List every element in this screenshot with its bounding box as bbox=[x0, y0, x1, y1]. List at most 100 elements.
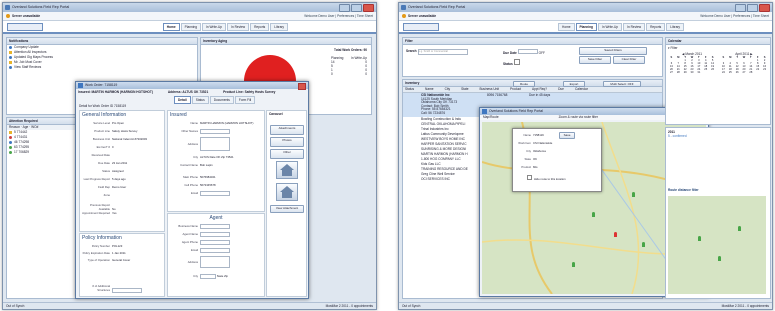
tab-in-review[interactable]: In Review bbox=[623, 23, 646, 31]
carousel-panel: Carousel Attachments Photos Other View A… bbox=[266, 110, 307, 297]
calendar-month: ◀ March 2011 S M T W T F S 1 2 3 4 5 6 7 8 9 10 11 12 13 14 1… bbox=[668, 52, 716, 74]
calendar-day[interactable]: 22 bbox=[754, 68, 761, 71]
tab-documents[interactable]: Documents bbox=[209, 96, 234, 104]
tab-in-write-up[interactable]: In Write-Up bbox=[598, 23, 623, 31]
welcome-links[interactable]: Welcome Demo User | Preferences | Time S… bbox=[700, 14, 769, 18]
calendar-day[interactable]: 25 bbox=[702, 68, 709, 71]
map-pin-icon[interactable] bbox=[642, 242, 645, 247]
total-work-orders: Total Work Orders: 90 bbox=[333, 48, 367, 52]
agent-field[interactable]: Agent Name bbox=[168, 232, 230, 237]
tab-home[interactable]: Home bbox=[558, 23, 575, 31]
agent-field[interactable]: Business Name bbox=[168, 224, 230, 229]
calendar-filter[interactable]: ▾ Filter bbox=[666, 45, 770, 51]
other-names-field[interactable]: Other Names bbox=[168, 129, 230, 134]
refresh-icon bbox=[9, 145, 12, 149]
tab-home[interactable]: Home bbox=[162, 23, 180, 31]
tab-in-write-up[interactable]: In Write-Up bbox=[202, 23, 227, 31]
general-field: Field Rep Demo User bbox=[98, 185, 127, 189]
map-pin-icon[interactable] bbox=[718, 256, 721, 261]
clear-filter-button[interactable]: Clear Filter bbox=[613, 56, 645, 64]
agent-field[interactable]: City State Zip bbox=[168, 274, 228, 279]
route-distance-label: Route distance filter bbox=[668, 188, 699, 192]
popup-save-button[interactable]: Save bbox=[559, 132, 575, 139]
close-button[interactable] bbox=[759, 4, 770, 12]
main-phone-field[interactable]: Main Phone 5076984321 bbox=[168, 175, 216, 179]
dialog-close-button[interactable] bbox=[298, 83, 306, 90]
agent-field[interactable]: Email bbox=[168, 248, 230, 253]
house-thumbnail[interactable] bbox=[276, 183, 298, 201]
photos-button[interactable]: Photos bbox=[270, 137, 304, 147]
tab-library[interactable]: Library bbox=[666, 23, 684, 31]
export-button[interactable]: Export bbox=[563, 81, 585, 87]
minimize-button[interactable] bbox=[735, 4, 746, 12]
carousel-title: Carousel bbox=[269, 112, 283, 116]
maximize-button[interactable] bbox=[351, 4, 362, 12]
tab-status[interactable]: Status bbox=[191, 96, 209, 104]
tab-reports[interactable]: Reports bbox=[646, 23, 666, 31]
email-field[interactable]: Email bbox=[168, 191, 230, 196]
notification-item[interactable]: View Staff Reviews bbox=[7, 65, 197, 70]
status-filter[interactable]: Status bbox=[503, 59, 520, 66]
map-pin-icon[interactable] bbox=[572, 262, 575, 267]
calendar-day[interactable]: 25 bbox=[727, 71, 734, 74]
agent-field[interactable]: Address bbox=[168, 256, 230, 268]
map-pin-icon[interactable] bbox=[592, 212, 595, 217]
tab-form-fill[interactable]: Form Fill bbox=[234, 96, 256, 104]
insured-name-field[interactable]: Name MARTIN HARMON (HARMON HOTSHOT) bbox=[168, 121, 254, 125]
map-pin-icon[interactable] bbox=[632, 192, 635, 197]
calendar-day[interactable]: 28 bbox=[675, 71, 682, 74]
tab-planning[interactable]: Planning bbox=[180, 23, 202, 31]
right-app-window: Overland Solutions Field Rep Portal Serv… bbox=[398, 2, 773, 310]
map-pin-icon[interactable] bbox=[738, 226, 741, 231]
additional-structures-field[interactable]: # of Additional Structures bbox=[80, 284, 142, 293]
calendar-day[interactable]: 24 bbox=[720, 71, 727, 74]
welcome-links[interactable]: Welcome Demo User | Preferences | Time S… bbox=[304, 14, 373, 18]
tab-in-review[interactable]: In Review bbox=[227, 23, 250, 31]
calendar-day[interactable]: 31 bbox=[695, 71, 702, 74]
minimize-button[interactable] bbox=[339, 4, 350, 12]
house-thumbnail[interactable] bbox=[276, 161, 298, 179]
calendar-day[interactable]: 28 bbox=[747, 71, 754, 74]
multi-select-button[interactable]: Multi Select: OFF bbox=[603, 81, 641, 87]
save-filter-button[interactable]: Save Filter bbox=[579, 56, 611, 64]
close-button[interactable] bbox=[363, 4, 374, 12]
agent-field[interactable]: Agent Phone bbox=[168, 240, 230, 245]
address-field[interactable]: Address bbox=[168, 137, 230, 151]
mini-map[interactable] bbox=[668, 196, 766, 294]
route-button[interactable]: Route bbox=[513, 81, 535, 87]
contact-name-field[interactable]: Contact Name Bob Lapin bbox=[168, 163, 213, 167]
title-bar: Overland Solutions Field Rep Portal bbox=[3, 3, 376, 12]
calendar-day[interactable]: 26 bbox=[734, 71, 741, 74]
saved-filters-select[interactable]: Saved Filters bbox=[579, 47, 647, 55]
city-field[interactable]: City ALTUS Date OK Zip 73521 bbox=[168, 155, 233, 159]
detail-header: Detail for Work Order ID 7158119 bbox=[79, 104, 127, 108]
calendar-grid[interactable]: S M T W T F S 1 2 3 4 5 6 7 8 9 10 11 12 13 14 15 16 17 18 19 20 21… bbox=[668, 56, 716, 74]
calendar-day[interactable]: 29 bbox=[682, 71, 689, 74]
map-pin-icon[interactable] bbox=[614, 232, 617, 237]
tab-detail[interactable]: Detail bbox=[174, 96, 191, 104]
due-date-filter[interactable]: Due Date OFF bbox=[503, 49, 545, 55]
map-pin-icon[interactable] bbox=[698, 236, 701, 241]
table-row[interactable]: 17 706829 bbox=[7, 150, 77, 155]
attachments-button[interactable]: Attachments bbox=[270, 125, 304, 135]
schedule-event[interactable]: 2011 5 - confirmed bbox=[666, 128, 770, 140]
search-field[interactable]: Search e.g. Smith or Commercial bbox=[406, 49, 468, 55]
general-field: Due Date 23 Jan 2011 bbox=[98, 161, 128, 165]
general-information-section: General Information Service Level Pro Ope… bbox=[79, 110, 165, 232]
tab-planning[interactable]: Planning bbox=[575, 23, 598, 31]
hide-route-checkbox[interactable]: Hide route to this location bbox=[527, 175, 566, 181]
tab-library[interactable]: Library bbox=[270, 23, 288, 31]
calendar-day[interactable]: 30 bbox=[689, 71, 696, 74]
map-info-popup: Name 7158119 Save Work Item CSI Nationwide… bbox=[512, 128, 602, 192]
appointment-select[interactable]: Appointment Required Yes bbox=[80, 211, 116, 215]
tab-reports[interactable]: Reports bbox=[250, 23, 270, 31]
view-attachment-button[interactable]: View Attachment bbox=[270, 205, 304, 213]
cell-phone-field[interactable]: Cell Phone 5672345678 bbox=[168, 183, 215, 187]
maximize-button[interactable] bbox=[747, 4, 758, 12]
other-button[interactable]: Other bbox=[270, 149, 304, 159]
calendar-day[interactable]: 27 bbox=[668, 71, 675, 74]
calendar-grid[interactable]: S M T W T F S 1 2 3 4 5 6 7 8 9 10 11 12 13 14 15 16 17 18 19 20 21… bbox=[720, 56, 768, 74]
calendar-day[interactable]: 26 bbox=[709, 68, 716, 71]
calendar-day[interactable]: 23 bbox=[761, 68, 768, 71]
calendar-day[interactable]: 27 bbox=[741, 71, 748, 74]
